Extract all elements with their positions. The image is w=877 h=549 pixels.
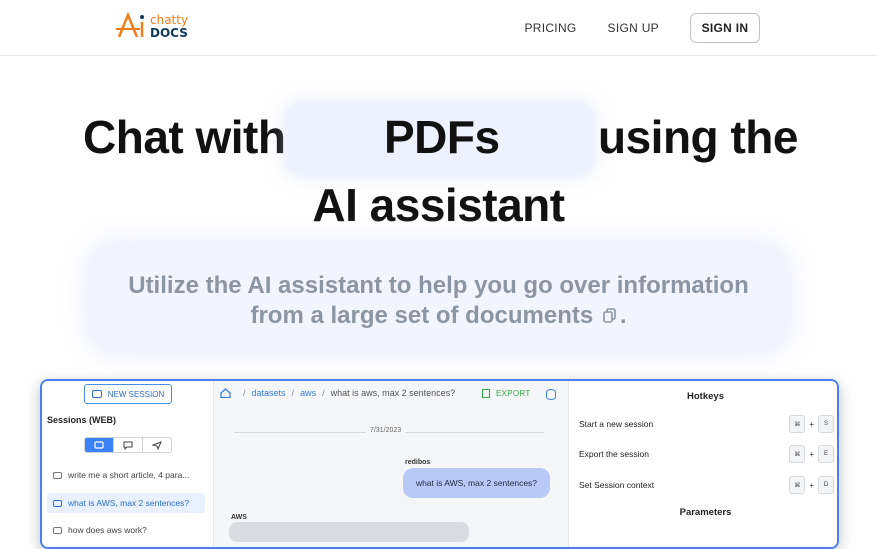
letter-key: E: [818, 445, 834, 463]
hotkey-row: Export the session ⌘ + E: [579, 444, 834, 464]
letter-key: D: [818, 476, 834, 494]
hotkeys-panel: Hotkeys Start a new session ⌘ + S Export…: [568, 381, 837, 547]
nav-signup-link[interactable]: SIGN UP: [608, 21, 659, 35]
database-icon[interactable]: [546, 389, 556, 400]
documents-icon: [603, 308, 616, 323]
logo-text-bottom: DOCS: [150, 26, 188, 40]
new-session-button[interactable]: NEW SESSION: [84, 384, 172, 404]
session-item[interactable]: write me a short article, 4 para...: [47, 465, 205, 485]
tab-send[interactable]: [143, 438, 171, 452]
hero-highlight-word: PDFs: [384, 111, 500, 163]
assistant-name: AWS: [231, 514, 247, 521]
letter-key: S: [818, 415, 834, 433]
session-label: how does aws work?: [68, 525, 147, 535]
subtitle-period: .: [619, 302, 627, 329]
session-item-active[interactable]: what is AWS, max 2 sentences?: [47, 493, 205, 513]
chat-icon: [53, 471, 62, 479]
export-icon: [482, 389, 490, 398]
hero-word-1: Chat with: [83, 111, 286, 163]
hotkey-row: Start a new session ⌘ + S: [579, 414, 834, 434]
export-button[interactable]: EXPORT: [482, 389, 531, 398]
signin-button[interactable]: SIGN IN: [690, 13, 760, 43]
parameters-title: Parameters: [679, 507, 732, 518]
hero-word-3: using the: [598, 111, 798, 163]
logo-mark-icon: [116, 12, 144, 38]
chat-icon: [53, 499, 62, 507]
command-key: ⌘: [789, 476, 806, 494]
home-icon[interactable]: [220, 388, 231, 398]
tab-messages[interactable]: [114, 438, 143, 452]
session-item[interactable]: how does aws work?: [47, 520, 205, 540]
hotkey-label: Set Session context: [579, 480, 655, 490]
command-key: ⌘: [789, 445, 806, 463]
sessions-sidebar: NEW SESSION Sessions (WEB) write me a sh…: [42, 381, 214, 547]
hotkey-label: Export the session: [579, 449, 649, 459]
hotkey-row: Set Session context ⌘ + D: [579, 475, 834, 495]
subtitle-line-1: Utilize the AI assistant to help you go …: [128, 272, 749, 299]
hero-headline-line2: AI assistant: [312, 179, 565, 231]
sessions-title: Sessions (WEB): [47, 415, 117, 425]
hero-subtitle: Utilize the AI assistant to help you go …: [90, 271, 787, 331]
app-preview: NEW SESSION Sessions (WEB) write me a sh…: [40, 379, 839, 549]
hotkeys-title: Hotkeys: [687, 391, 724, 402]
chattydocs-logo[interactable]: chatty DOCS: [116, 12, 196, 44]
breadcrumb-aws[interactable]: aws: [300, 388, 316, 398]
top-header: chatty DOCS PRICING SIGN UP SIGN IN: [0, 0, 877, 56]
command-key: ⌘: [789, 415, 806, 433]
breadcrumb-current: what is aws, max 2 sentences?: [330, 388, 456, 398]
hero-headline: Chat with PDFs using the: [0, 104, 877, 174]
new-session-label: NEW SESSION: [107, 389, 165, 399]
nav-pricing-link[interactable]: PRICING: [524, 21, 576, 35]
assistant-message-bubble: [229, 522, 469, 542]
chat-bubble-icon: [91, 390, 102, 398]
date-label: 7/31/2023: [366, 427, 406, 434]
hero-highlight: PDFs: [287, 104, 592, 174]
session-type-tabs: [84, 437, 172, 453]
session-label: what is AWS, max 2 sentences?: [68, 498, 190, 508]
hotkey-label: Start a new session: [579, 419, 654, 429]
message-icon: [123, 441, 133, 450]
user-name: redibos: [405, 459, 431, 466]
send-icon: [152, 440, 162, 450]
user-message-bubble: what is AWS, max 2 sentences?: [403, 468, 550, 498]
breadcrumb: / datasets / aws / what is aws, max 2 se…: [220, 388, 455, 398]
subtitle-line-2: from a large set of documents: [250, 302, 594, 329]
hero-subtitle-box: Utilize the AI assistant to help you go …: [90, 245, 787, 350]
session-label: write me a short article, 4 para...: [68, 470, 190, 480]
top-nav: PRICING SIGN UP SIGN IN: [493, 13, 760, 43]
chat-panel: / datasets / aws / what is aws, max 2 se…: [214, 381, 568, 547]
tab-chat[interactable]: [85, 438, 114, 452]
breadcrumb-datasets[interactable]: datasets: [252, 388, 286, 398]
export-label: EXPORT: [496, 389, 531, 398]
chat-icon: [94, 440, 104, 449]
